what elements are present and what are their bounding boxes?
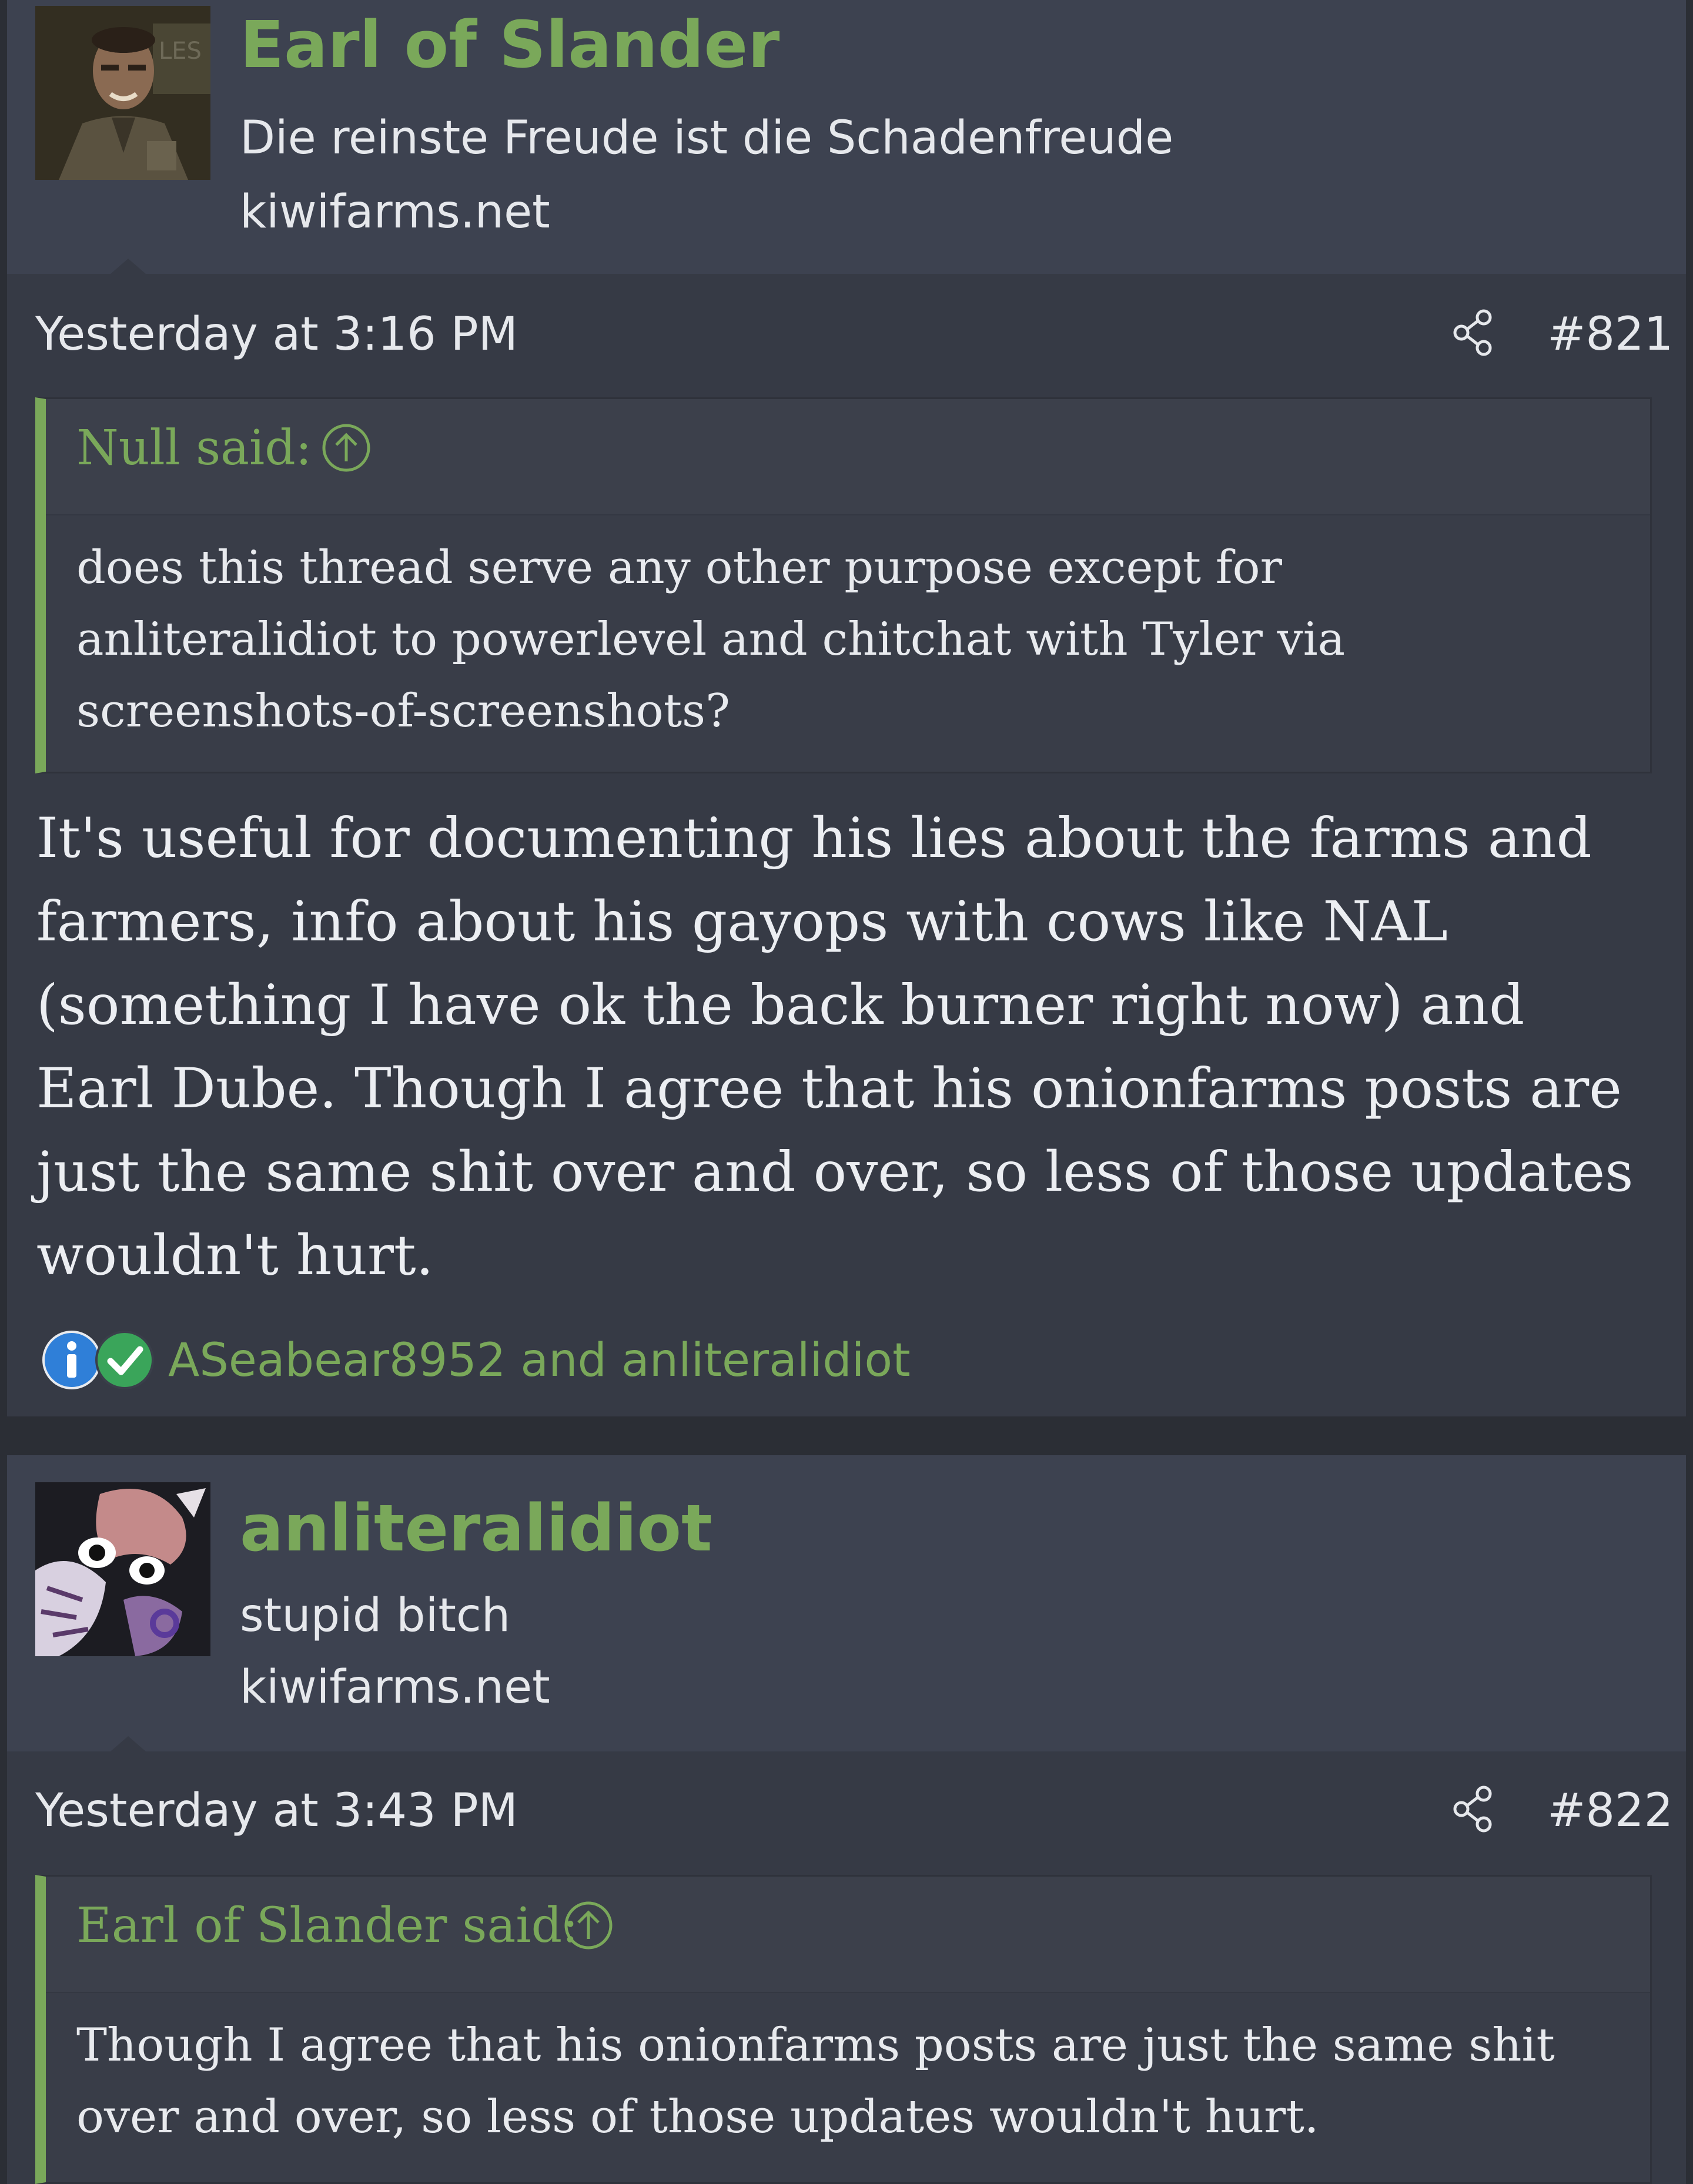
user-title: Die reinste Freude ist die Schadenfreude	[240, 112, 1174, 165]
post-body: Yesterday at 3:43 PM #822 Earl of Slande…	[7, 1751, 1686, 2184]
avatar[interactable]: LES	[35, 6, 210, 180]
share-icon[interactable]	[1451, 309, 1495, 356]
quote-header: Null said:	[46, 399, 1650, 515]
header-pointer	[111, 259, 146, 274]
quote-text: Though I agree that his onionfarms posts…	[76, 2019, 1555, 2143]
reaction-users[interactable]: ASeabear8952 and anliteralidiot	[168, 1334, 911, 1387]
post-message: It's useful for documenting his lies abo…	[36, 806, 1634, 1288]
post-number-link[interactable]: #822	[1547, 1784, 1673, 1837]
quote-text: does this thread serve any other purpose…	[76, 541, 1346, 738]
post-author-name[interactable]: Earl of Slander	[240, 7, 779, 82]
reactions-bar[interactable]: ASeabear8952 and anliteralidiot	[36, 1331, 918, 1395]
post-date[interactable]: Yesterday at 3:16 PM	[35, 308, 518, 361]
header-pointer	[111, 1736, 146, 1751]
informative-icon	[42, 1331, 101, 1389]
quote-author[interactable]: Earl of Slander said:	[76, 1898, 578, 1954]
quote-block: Earl of Slander said: Though I agree tha…	[35, 1875, 1652, 2184]
share-icon[interactable]	[1451, 1786, 1495, 1833]
svg-text:LES: LES	[159, 38, 202, 65]
agree-check-icon	[95, 1331, 154, 1389]
post-number-link[interactable]: #821	[1547, 308, 1673, 361]
jump-to-quote-icon[interactable]	[563, 1900, 614, 1951]
avatar[interactable]	[35, 1482, 210, 1656]
user-title: stupid bitch	[240, 1589, 511, 1642]
post-author-name[interactable]: anliteralidiot	[240, 1490, 712, 1566]
quote-header: Earl of Slander said:	[46, 1877, 1650, 1993]
quote-block: Null said: does this thread serve any ot…	[35, 397, 1652, 773]
post-user-header: LES Earl of Slander Die reinste Freude i…	[7, 0, 1686, 274]
post-821: LES Earl of Slander Die reinste Freude i…	[7, 0, 1686, 1416]
quote-author[interactable]: Null said:	[76, 420, 312, 476]
user-site: kiwifarms.net	[240, 1661, 550, 1714]
post-822: anliteralidiot stupid bitch kiwifarms.ne…	[7, 1455, 1686, 2184]
post-date[interactable]: Yesterday at 3:43 PM	[35, 1784, 518, 1837]
user-site: kiwifarms.net	[240, 186, 550, 239]
post-body: Yesterday at 3:16 PM #821 Null said: doe…	[7, 274, 1686, 1416]
jump-to-quote-icon[interactable]	[321, 423, 372, 473]
post-user-header: anliteralidiot stupid bitch kiwifarms.ne…	[7, 1455, 1686, 1751]
